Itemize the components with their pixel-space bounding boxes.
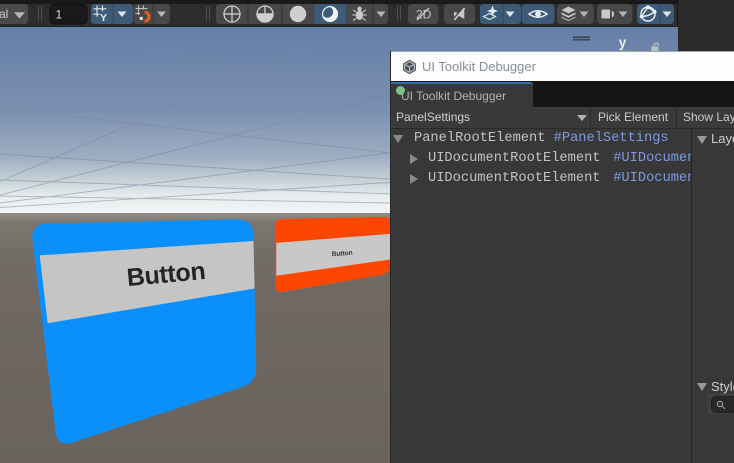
- svg-text:Button: Button: [332, 250, 353, 258]
- svg-text:y: y: [619, 35, 627, 50]
- svg-text:1: 1: [56, 8, 63, 22]
- svg-text:al: al: [0, 7, 8, 21]
- svg-text:Y: Y: [100, 12, 107, 24]
